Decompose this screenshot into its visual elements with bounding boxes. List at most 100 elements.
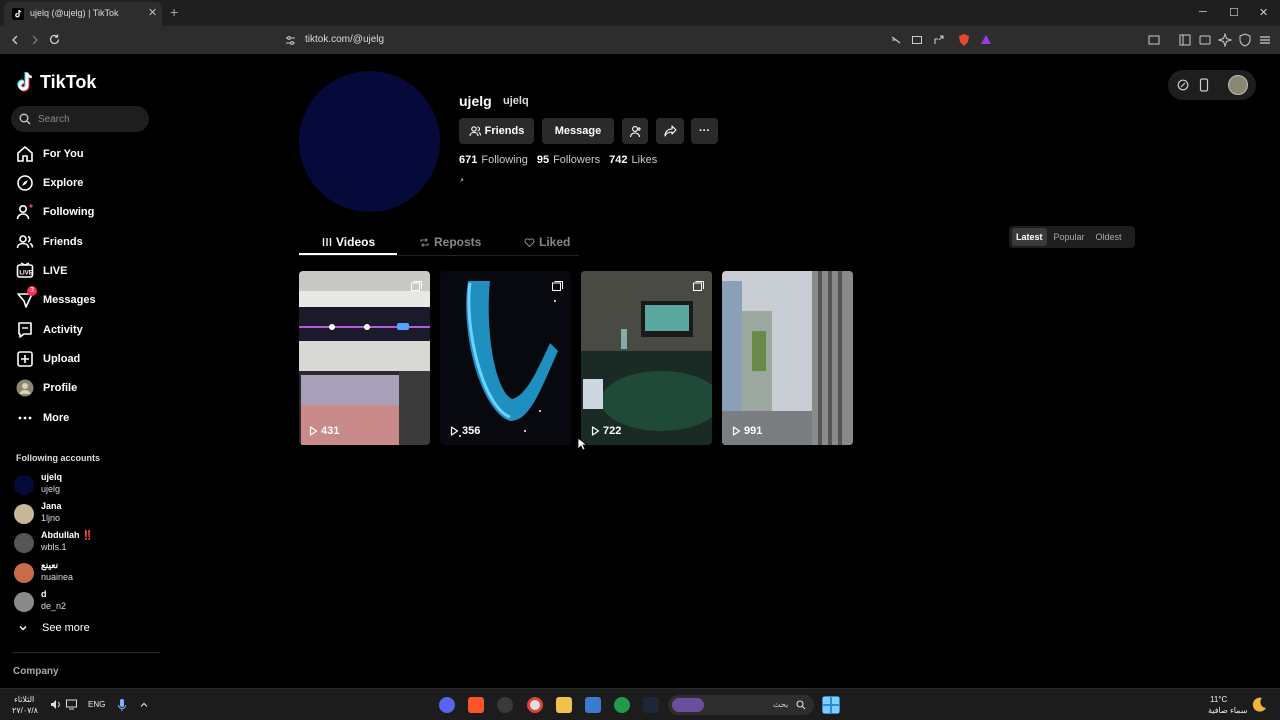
cast-icon[interactable] xyxy=(911,34,923,46)
see-more-button[interactable]: See more xyxy=(18,622,90,634)
avatar[interactable] xyxy=(1228,75,1248,95)
forward-icon[interactable] xyxy=(29,34,41,46)
avatar xyxy=(14,504,34,524)
volume-icon[interactable] xyxy=(49,698,62,711)
company-link[interactable]: Company xyxy=(13,666,59,677)
video-card[interactable]: 431 xyxy=(299,271,430,445)
vpn-icon[interactable] xyxy=(1198,33,1212,47)
profile-avatar xyxy=(299,71,440,212)
taskbar-search-input[interactable]: بحث xyxy=(668,695,814,715)
sidebar-divider xyxy=(12,652,160,653)
share-profile-button[interactable] xyxy=(656,118,684,144)
brave-icon[interactable] xyxy=(468,697,484,713)
nav-item-upload[interactable]: Upload xyxy=(16,348,80,370)
following-label: Following xyxy=(481,154,528,166)
video-card[interactable]: 991 xyxy=(722,271,853,445)
minimize-window-button[interactable]: ─ xyxy=(1199,6,1207,18)
reload-icon[interactable] xyxy=(48,33,61,46)
sidebar-toggle-icon[interactable] xyxy=(1178,33,1192,47)
clock-date[interactable]: ٢٧/٠٧/٨ xyxy=(12,706,38,715)
taskbar-search-placeholder: بحث xyxy=(773,700,789,709)
friends-button[interactable]: Friends xyxy=(459,118,534,144)
add-friend-button[interactable] xyxy=(622,118,648,144)
browser-tab[interactable]: ujelq (@ujelg) | TikTok ✕ xyxy=(4,2,162,26)
sort-latest-button[interactable]: Latest xyxy=(1012,228,1047,246)
tab-videos[interactable]: Videos xyxy=(322,232,375,252)
friends-icon xyxy=(469,126,481,137)
repost-icon xyxy=(420,237,429,247)
steam-icon[interactable] xyxy=(643,697,659,713)
chevron-up-icon[interactable] xyxy=(139,700,149,710)
windows-start-icon[interactable] xyxy=(822,696,840,714)
language-indicator[interactable]: ENG xyxy=(88,700,105,709)
following-account[interactable]: d de_n2 xyxy=(14,589,154,615)
tab-reposts[interactable]: Reposts xyxy=(419,232,481,252)
account-name: نعينع xyxy=(41,560,59,570)
multi-image-icon xyxy=(411,281,422,291)
mobile-app-icon[interactable] xyxy=(1199,78,1209,92)
video-thumbnail xyxy=(581,271,712,445)
menu-icon[interactable] xyxy=(1258,33,1272,47)
share-page-icon[interactable] xyxy=(933,34,945,46)
sort-popular-button[interactable]: Popular xyxy=(1050,228,1089,246)
reader-off-icon[interactable] xyxy=(890,34,902,46)
nav-item-messages[interactable]: 3 Messages xyxy=(16,286,96,311)
store-icon[interactable] xyxy=(585,697,601,713)
search-input[interactable]: Search xyxy=(11,106,149,132)
tiktok-logo[interactable]: TikTok xyxy=(16,71,96,93)
brave-shield-icon[interactable] xyxy=(957,33,971,47)
sort-oldest-button[interactable]: Oldest xyxy=(1092,228,1126,246)
following-account[interactable]: ujelq ujelg xyxy=(14,472,154,498)
microphone-icon[interactable] xyxy=(117,698,127,712)
chevron-down-icon xyxy=(19,626,27,631)
new-tab-button[interactable]: + xyxy=(170,4,178,20)
avatar xyxy=(16,379,34,397)
following-account[interactable]: Abdullah ‼️ wbls.1 xyxy=(14,530,154,556)
wallet-icon[interactable] xyxy=(1147,33,1161,47)
view-count: 991 xyxy=(732,425,762,437)
avatar xyxy=(14,563,34,583)
friends-button-label: Friends xyxy=(484,125,525,137)
more-options-button[interactable]: ··· xyxy=(691,118,718,144)
leo-ai-icon[interactable] xyxy=(1218,33,1232,47)
back-icon[interactable] xyxy=(9,34,21,46)
message-button-label: Message xyxy=(554,125,602,137)
followers-stat[interactable]: 95 Followers xyxy=(537,154,609,166)
nav-item-profile[interactable]: Profile xyxy=(16,377,77,399)
chrome-icon[interactable] xyxy=(527,697,543,713)
coin-icon[interactable] xyxy=(1177,79,1189,91)
discord-icon[interactable] xyxy=(439,697,455,713)
brave-rewards-icon[interactable] xyxy=(979,33,993,47)
video-card[interactable]: 356 xyxy=(440,271,571,445)
nav-item-more[interactable]: More xyxy=(16,407,69,429)
home-icon xyxy=(17,145,33,162)
close-window-button[interactable]: ✕ xyxy=(1259,6,1268,19)
address-bar[interactable]: tiktok.com/@ujelg xyxy=(256,29,1001,51)
nav-item-following[interactable]: Following xyxy=(16,201,94,223)
following-stat[interactable]: 671 Following xyxy=(459,154,537,166)
obs-icon[interactable] xyxy=(497,697,513,713)
shield-icon[interactable] xyxy=(1238,33,1252,47)
site-settings-icon[interactable] xyxy=(285,35,296,46)
profile-stats: 671 Following 95 Followers 742 Likes xyxy=(459,154,666,166)
nav-item-friends[interactable]: Friends xyxy=(16,231,83,253)
message-button[interactable]: Message xyxy=(542,118,614,144)
clock-time[interactable]: الثلاثاء xyxy=(14,695,34,704)
account-name: Abdullah ‼️ xyxy=(41,530,94,540)
tab-liked[interactable]: Liked xyxy=(524,232,570,252)
maximize-window-button[interactable]: ☐ xyxy=(1229,6,1239,19)
share-icon xyxy=(663,125,677,137)
nav-item-explore[interactable]: Explore xyxy=(16,172,83,194)
following-account[interactable]: Jana 1ljno xyxy=(14,501,154,527)
xbox-icon[interactable] xyxy=(614,697,630,713)
file-explorer-icon[interactable] xyxy=(556,697,572,713)
nav-item-live[interactable]: LIVE LIVE xyxy=(16,260,67,282)
nav-item-activity[interactable]: Activity xyxy=(16,319,83,341)
close-tab-icon[interactable]: ✕ xyxy=(148,6,157,19)
video-card[interactable]: 722 xyxy=(581,271,712,445)
following-account[interactable]: نعينع nuainea xyxy=(14,560,154,586)
play-icon xyxy=(309,426,318,436)
nav-item-for-you[interactable]: For You xyxy=(16,143,84,165)
network-icon[interactable] xyxy=(65,698,78,711)
weather-moon-icon[interactable] xyxy=(1250,696,1268,714)
